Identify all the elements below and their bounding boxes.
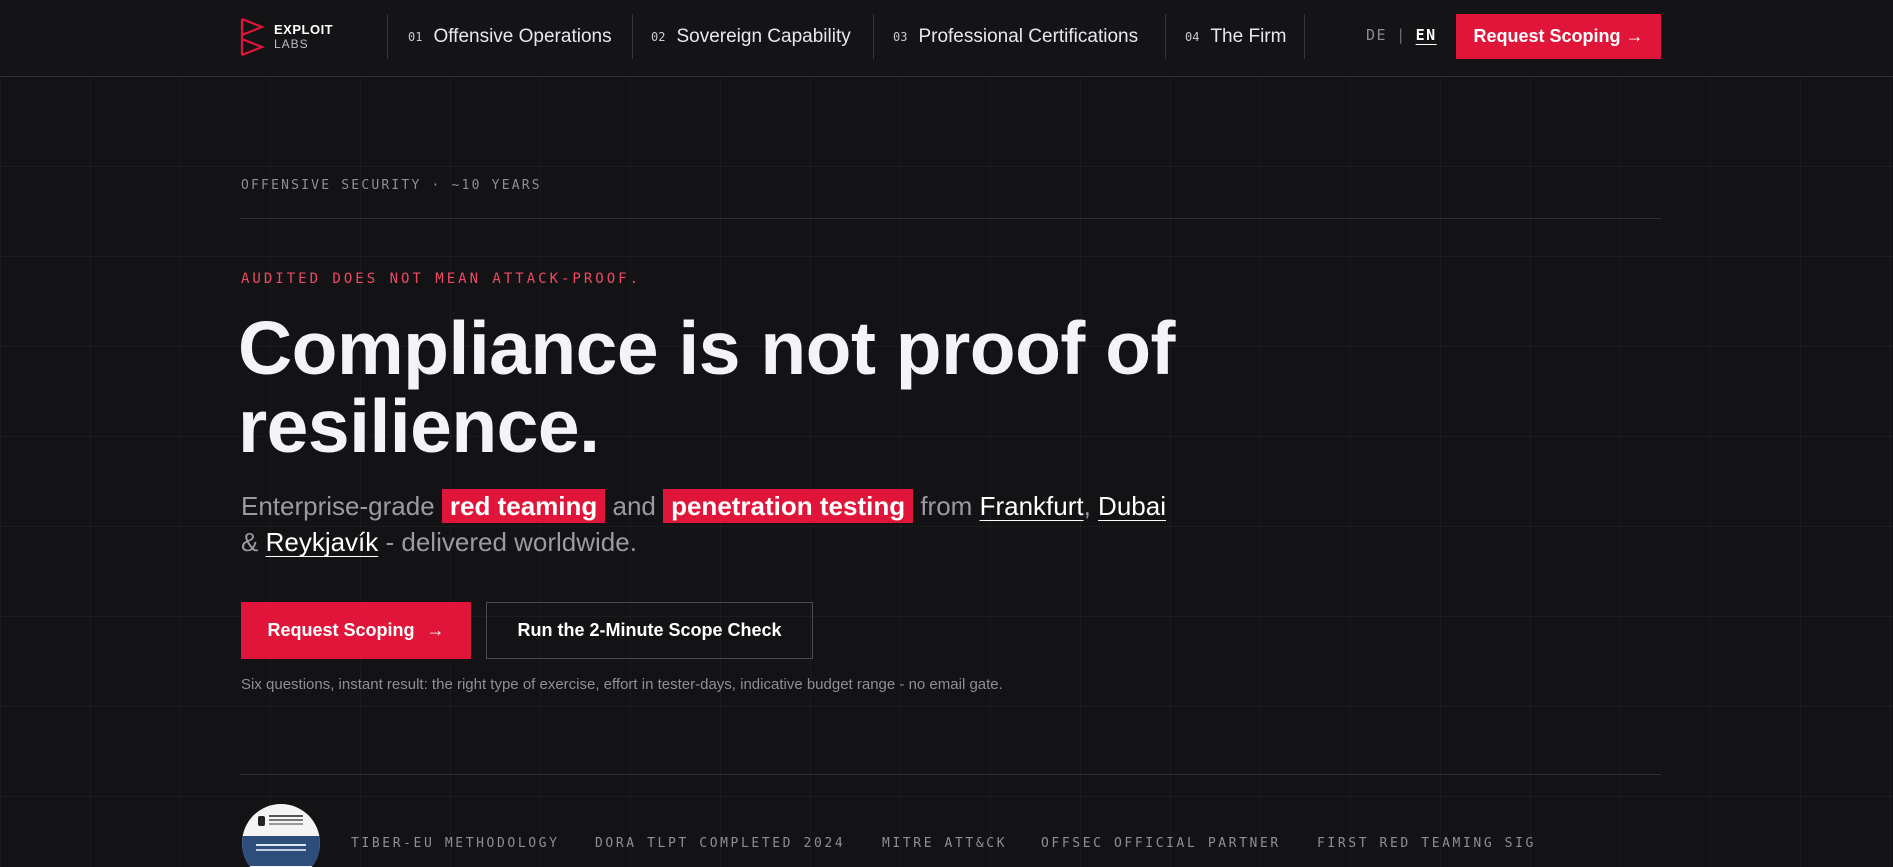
badge-tiber-eu: TIBER-EU METHODOLOGY xyxy=(351,836,560,851)
arrow-right-icon: → xyxy=(426,620,445,640)
request-scoping-button[interactable]: Request Scoping → xyxy=(241,602,471,659)
nav-item-label: Offensive Operations xyxy=(433,25,612,47)
certification-seal-icon xyxy=(242,804,320,867)
logo-text: EXPLOIT LABS xyxy=(274,22,333,52)
highlight-penetration-testing: penetration testing xyxy=(663,489,914,523)
divider xyxy=(240,774,1661,775)
sub-text: & xyxy=(241,527,266,557)
nav-item-number: 02 xyxy=(651,29,666,44)
site-header: EXPLOIT LABS 01 Offensive Operations 02 … xyxy=(0,0,1893,77)
sub-text: from xyxy=(913,491,980,521)
badge-dora-tlpt: DORA TLPT COMPLETED 2024 xyxy=(595,836,846,851)
badge-mitre-attack: MITRE ATT&CK xyxy=(882,836,1008,851)
link-reykjavik[interactable]: Reykjavík xyxy=(266,527,379,557)
logo-mark-icon xyxy=(240,17,264,57)
nav-divider xyxy=(873,14,874,59)
nav-item-label: Sovereign Capability xyxy=(676,25,851,47)
nav-divider xyxy=(1165,14,1166,59)
nav-divider xyxy=(1304,14,1305,59)
sub-text: - delivered worldwide. xyxy=(378,527,637,557)
scope-check-note: Six questions, instant result: the right… xyxy=(241,676,1003,693)
page-title: Compliance is not proof of resilience. xyxy=(238,306,1176,468)
header-request-scoping-button[interactable]: Request Scoping → xyxy=(1456,14,1661,59)
badge-first-red-teaming: FIRST RED TEAMING SIG xyxy=(1317,836,1536,851)
divider xyxy=(240,218,1661,219)
language-switcher: DE | EN xyxy=(1366,26,1437,44)
sub-text: and xyxy=(605,491,664,521)
sub-text: , xyxy=(1083,491,1099,521)
nav-item-number: 04 xyxy=(1185,29,1200,44)
lang-en-link[interactable]: EN xyxy=(1416,26,1437,44)
hero-eyebrow: OFFENSIVE SECURITY · ~10 YEARS xyxy=(241,178,542,193)
logo-subtitle: LABS xyxy=(274,37,309,51)
nav-item-number: 01 xyxy=(408,29,423,44)
link-frankfurt[interactable]: Frankfurt xyxy=(980,491,1084,521)
logo-wordmark: EXPLOIT xyxy=(274,22,334,37)
hero-kicker: AUDITED DOES NOT MEAN ATTACK-PROOF. xyxy=(241,271,642,287)
lang-de-link[interactable]: DE xyxy=(1366,26,1387,44)
request-scoping-label: Request Scoping xyxy=(267,620,415,640)
badge-offsec-partner: OFFSEC OFFICIAL PARTNER xyxy=(1041,836,1281,851)
nav-item-sovereign-capability[interactable]: 02 Sovereign Capability xyxy=(651,14,851,59)
nav-item-label: Professional Certifications xyxy=(918,25,1139,47)
nav-item-the-firm[interactable]: 04 The Firm xyxy=(1185,14,1286,59)
hero-subline: Enterprise-grade red teaming and penetra… xyxy=(241,488,1241,560)
link-dubai[interactable]: Dubai xyxy=(1098,491,1166,521)
highlight-red-teaming: red teaming xyxy=(441,489,606,523)
scope-check-button[interactable]: Run the 2-Minute Scope Check xyxy=(486,602,813,659)
nav-item-professional-certifications[interactable]: 03 Professional Certifications xyxy=(893,14,1138,59)
sub-text: Enterprise-grade xyxy=(241,491,442,521)
nav-divider xyxy=(387,14,388,59)
nav-item-number: 03 xyxy=(893,29,908,44)
nav-item-label: The Firm xyxy=(1210,25,1287,47)
nav-item-offensive-operations[interactable]: 01 Offensive Operations xyxy=(408,14,612,59)
lang-separator: | xyxy=(1396,26,1407,44)
logo[interactable]: EXPLOIT LABS xyxy=(240,16,333,58)
nav-divider xyxy=(632,14,633,59)
